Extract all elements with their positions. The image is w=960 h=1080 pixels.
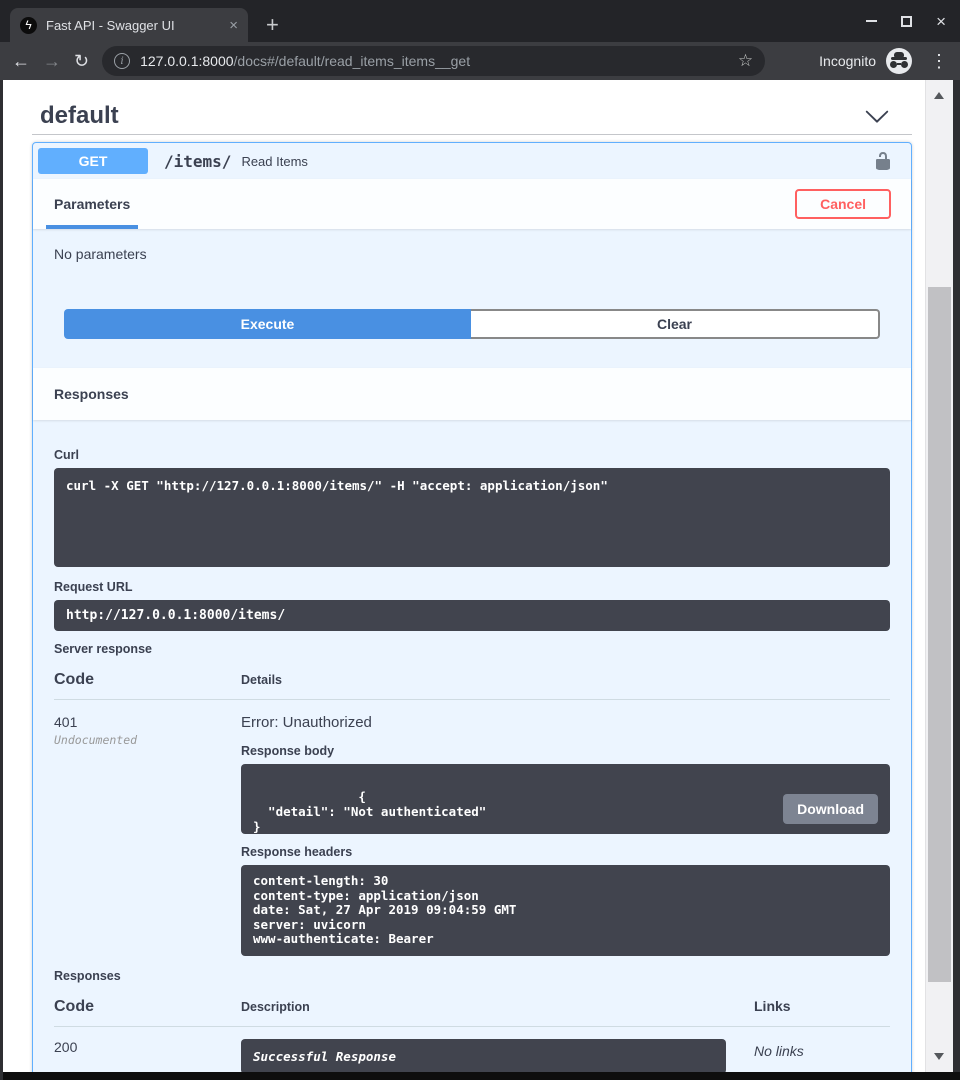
download-button[interactable]: Download (783, 794, 878, 824)
response-description-cell: Successful Response (241, 1039, 754, 1074)
browser-titlebar: ϟ Fast API - Swagger UI × + × (0, 0, 960, 42)
incognito-indicator: Incognito ⋮ (819, 48, 948, 74)
server-response-label: Server response (54, 642, 890, 656)
bolt-glyph: ϟ (25, 18, 31, 32)
server-response-table-header: Code Details (54, 671, 890, 700)
browser-toolbar: ← → ↻ i 127.0.0.1:8000/docs#/default/rea… (0, 42, 960, 80)
fastapi-favicon-icon: ϟ (20, 17, 37, 34)
incognito-label: Incognito (819, 53, 876, 69)
status-code: 401 (54, 714, 241, 730)
incognito-glasses (890, 61, 897, 68)
window-bottom-edge (0, 1072, 960, 1080)
execute-button-group: Execute Clear (64, 309, 880, 339)
response-body-block: { "detail": "Not authenticated" } Downlo… (241, 764, 890, 834)
response-headers-label: Response headers (241, 845, 890, 859)
tab-close-icon[interactable]: × (229, 17, 238, 34)
bookmark-star-icon[interactable]: ☆ (738, 51, 753, 71)
window-close-button[interactable]: × (936, 13, 946, 30)
back-icon[interactable]: ← (12, 52, 30, 70)
address-bar[interactable]: i 127.0.0.1:8000/docs#/default/read_item… (102, 46, 765, 76)
server-response-row: 401 Undocumented Error: Unauthorized Res… (54, 700, 890, 956)
url-host: 127.0.0.1:8000 (140, 53, 233, 69)
responses-section-label: Responses (54, 386, 129, 402)
error-text: Error: Unauthorized (241, 714, 890, 731)
status-note: Undocumented (54, 733, 241, 747)
site-info-icon[interactable]: i (114, 53, 130, 69)
responses-table-header: Code Description Links (54, 998, 890, 1027)
scrollbar[interactable] (925, 80, 953, 1072)
responses-table-label: Responses (54, 969, 890, 983)
response-code: 200 (54, 1039, 241, 1055)
scrollbar-thumb[interactable] (928, 287, 951, 982)
scroll-down-arrow-icon[interactable] (934, 1053, 944, 1065)
reload-icon[interactable]: ↻ (74, 52, 89, 70)
new-tab-button[interactable]: + (266, 14, 279, 36)
curl-label: Curl (54, 448, 890, 462)
cancel-button[interactable]: Cancel (795, 189, 891, 219)
maximize-button[interactable] (901, 16, 912, 27)
response-links: No links (754, 1039, 890, 1059)
no-parameters-text: No parameters (33, 229, 911, 262)
response-headers-block: content-length: 30 content-type: applica… (241, 865, 890, 956)
column-header-details: Details (241, 673, 282, 687)
tab-parameters[interactable]: Parameters (46, 179, 138, 229)
browser-menu-icon[interactable]: ⋮ (930, 51, 948, 72)
url-text[interactable]: 127.0.0.1:8000/docs#/default/read_items_… (140, 53, 728, 69)
execute-button[interactable]: Execute (64, 309, 471, 339)
http-method-badge: GET (38, 148, 148, 174)
incognito-hat (891, 57, 907, 60)
request-url-block: http://127.0.0.1:8000/items/ (54, 600, 890, 631)
response-body-json: { "detail": "Not authenticated" } (253, 789, 486, 834)
column-header-code: Code (54, 671, 241, 689)
response-body-label: Response body (241, 744, 890, 758)
url-path: /docs#/default/read_items_items__get (234, 53, 471, 69)
operation-summary[interactable]: GET /items/ Read Items (33, 143, 911, 179)
responses-section-body: Curl curl -X GET "http://127.0.0.1:8000/… (33, 420, 911, 1080)
operation-summary-text: Read Items (241, 154, 873, 169)
forward-icon[interactable]: → (43, 52, 61, 70)
incognito-icon (886, 48, 912, 74)
column-header-description: Description (241, 1000, 754, 1014)
chevron-down-icon[interactable] (864, 103, 890, 129)
unlocked-padlock-icon[interactable] (873, 151, 893, 171)
column-header-links: Links (754, 998, 890, 1014)
response-description-block: Successful Response (241, 1039, 726, 1074)
page-title: default (40, 102, 119, 130)
clear-button[interactable]: Clear (471, 309, 880, 339)
column-header-code: Code (54, 998, 241, 1016)
browser-tab[interactable]: ϟ Fast API - Swagger UI × (10, 8, 248, 42)
swagger-content: default GET /items/ Read Items Parameter… (3, 80, 925, 1080)
opblock-get-items: GET /items/ Read Items Parameters Cancel… (32, 142, 912, 1080)
responses-section-header: Responses (33, 368, 911, 420)
response-details-cell: Error: Unauthorized Response body { "det… (241, 714, 890, 956)
parameters-header: Parameters Cancel (33, 179, 911, 229)
page-viewport: default GET /items/ Read Items Parameter… (0, 80, 960, 1080)
request-url-label: Request URL (54, 580, 890, 594)
table-row: 200 Successful Response No links (54, 1027, 890, 1074)
status-code-cell: 401 Undocumented (54, 714, 241, 747)
curl-code-block: curl -X GET "http://127.0.0.1:8000/items… (54, 468, 890, 567)
window-controls: × (866, 0, 946, 42)
minimize-button[interactable] (866, 20, 877, 22)
window-right-edge (953, 80, 960, 1080)
scroll-up-arrow-icon[interactable] (934, 87, 944, 99)
tag-section-header[interactable]: default (32, 97, 912, 135)
operation-path: /items/ (164, 152, 231, 171)
tab-title: Fast API - Swagger UI (46, 18, 220, 33)
